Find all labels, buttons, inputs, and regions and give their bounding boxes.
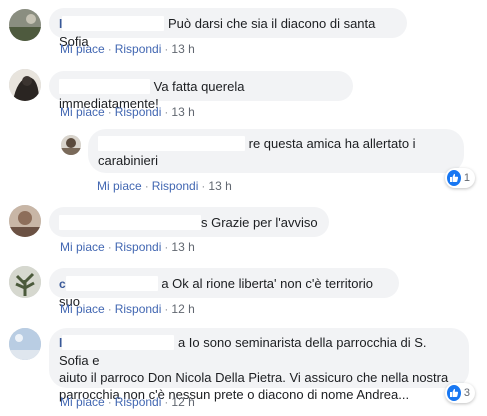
reaction-number: 3 [463, 387, 470, 399]
timestamp[interactable]: 12 h [171, 395, 194, 409]
comment-text: aiuto il parroco Don Nicola Della Pietra… [59, 370, 449, 385]
separator: · [201, 179, 206, 193]
plant-avatar-icon[interactable] [9, 266, 41, 298]
comment-actions: Mi piace · Rispondi · 12 h [60, 395, 195, 409]
comment-bubble: Va fatta querela immediatamente! [49, 71, 353, 111]
comment-text: re questa amica ha allertato i [248, 136, 416, 151]
comment-bubble: l a Io sono seminarista della parrocchia… [49, 328, 469, 402]
like-reaction-icon [447, 385, 461, 401]
like-link[interactable]: Mi piace [60, 395, 105, 409]
like-link[interactable]: Mi piace [97, 179, 142, 193]
like-reaction-icon [447, 170, 461, 186]
separator: · [107, 395, 112, 409]
comment-bubble: l Può darsi che sia il diacono di santa … [49, 8, 407, 49]
redacted-name [59, 215, 201, 230]
comment-bubble: s Grazie per l'avviso [49, 207, 329, 237]
separator: · [164, 105, 169, 119]
comment-bubble: c a Ok al rione liberta' non c'è territo… [49, 268, 399, 309]
reply-link[interactable]: Rispondi [115, 240, 162, 254]
redacted-name [59, 79, 150, 94]
separator: · [107, 240, 112, 254]
comment-actions: Mi piace · Rispondi · 12 h [60, 302, 195, 316]
reply-link[interactable]: Rispondi [115, 395, 162, 409]
separator: · [164, 42, 169, 56]
reply-link[interactable]: Rispondi [115, 42, 162, 56]
separator: · [107, 105, 112, 119]
profile-avatar-icon[interactable] [61, 135, 81, 155]
separator: · [164, 302, 169, 316]
separator: · [164, 395, 169, 409]
reply-link[interactable]: Rispondi [115, 302, 162, 316]
reaction-count[interactable]: 1 [445, 168, 475, 188]
separator: · [164, 240, 169, 254]
timestamp[interactable]: 13 h [208, 179, 231, 193]
profile-avatar-icon[interactable] [9, 205, 41, 237]
like-link[interactable]: Mi piace [60, 240, 105, 254]
dark-profile-avatar-icon[interactable] [9, 69, 41, 101]
comment-text: carabinieri [98, 153, 158, 168]
redacted-name [62, 16, 165, 31]
author-name[interactable]: c [59, 277, 66, 291]
comment-text: s Grazie per l'avviso [201, 215, 318, 230]
reply-link[interactable]: Rispondi [152, 179, 199, 193]
like-link[interactable]: Mi piace [60, 42, 105, 56]
reply-link[interactable]: Rispondi [115, 105, 162, 119]
like-link[interactable]: Mi piace [60, 302, 105, 316]
timestamp[interactable]: 12 h [171, 302, 194, 316]
sky-avatar-icon[interactable] [9, 328, 41, 360]
separator: · [107, 42, 112, 56]
redacted-name [62, 335, 175, 350]
redacted-name [65, 276, 158, 291]
reaction-number: 1 [463, 172, 470, 184]
like-link[interactable]: Mi piace [60, 105, 105, 119]
comment-actions: Mi piace · Rispondi · 13 h [60, 105, 195, 119]
timestamp[interactable]: 13 h [171, 105, 194, 119]
separator: · [144, 179, 149, 193]
comment-actions: Mi piace · Rispondi · 13 h [60, 240, 195, 254]
redacted-name [98, 136, 245, 151]
separator: · [107, 302, 112, 316]
comment-actions: Mi piace · Rispondi · 13 h [60, 42, 195, 56]
timestamp[interactable]: 13 h [171, 42, 194, 56]
reaction-count[interactable]: 3 [445, 383, 475, 403]
comment-actions: Mi piace · Rispondi · 13 h [97, 179, 232, 193]
timestamp[interactable]: 13 h [171, 240, 194, 254]
landscape-avatar-icon[interactable] [9, 9, 41, 41]
comment-bubble: re questa amica ha allertato i carabinie… [88, 129, 464, 173]
